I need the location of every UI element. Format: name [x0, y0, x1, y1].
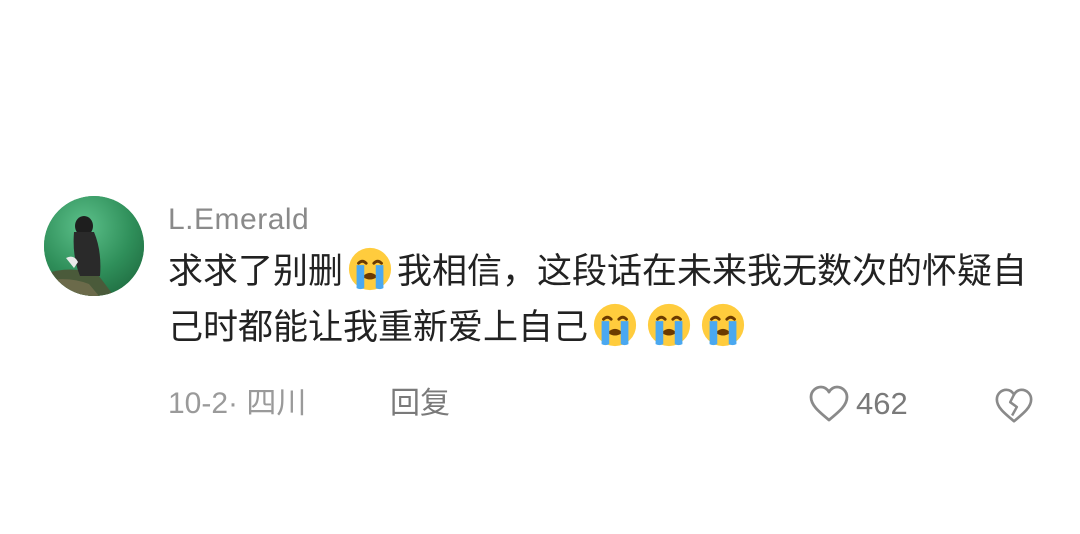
loudly-crying-face-icon — [701, 303, 745, 347]
loudly-crying-face-icon — [593, 303, 637, 347]
heart-outline-icon — [809, 385, 849, 422]
loudly-crying-face-icon — [348, 247, 392, 291]
like-count: 462 — [856, 386, 908, 421]
like-button[interactable]: 462 — [808, 382, 908, 426]
avatar[interactable] — [44, 196, 144, 296]
comment-text: 求求了别删 我相信，这段话在未来我无数次的怀疑自己时都能让我重新爱上自己 — [168, 244, 1038, 356]
username[interactable]: L.Emerald — [168, 200, 1038, 240]
comment-date-location: 10-2· 四川 — [168, 387, 307, 420]
loudly-crying-face-icon — [647, 303, 691, 347]
comment-text-part1: 求求了别删 — [168, 252, 344, 292]
broken-heart-icon[interactable] — [994, 386, 1034, 426]
comment-meta: 10-2· 四川 回复 462 — [168, 382, 1048, 426]
reply-button[interactable]: 回复 — [390, 382, 450, 426]
